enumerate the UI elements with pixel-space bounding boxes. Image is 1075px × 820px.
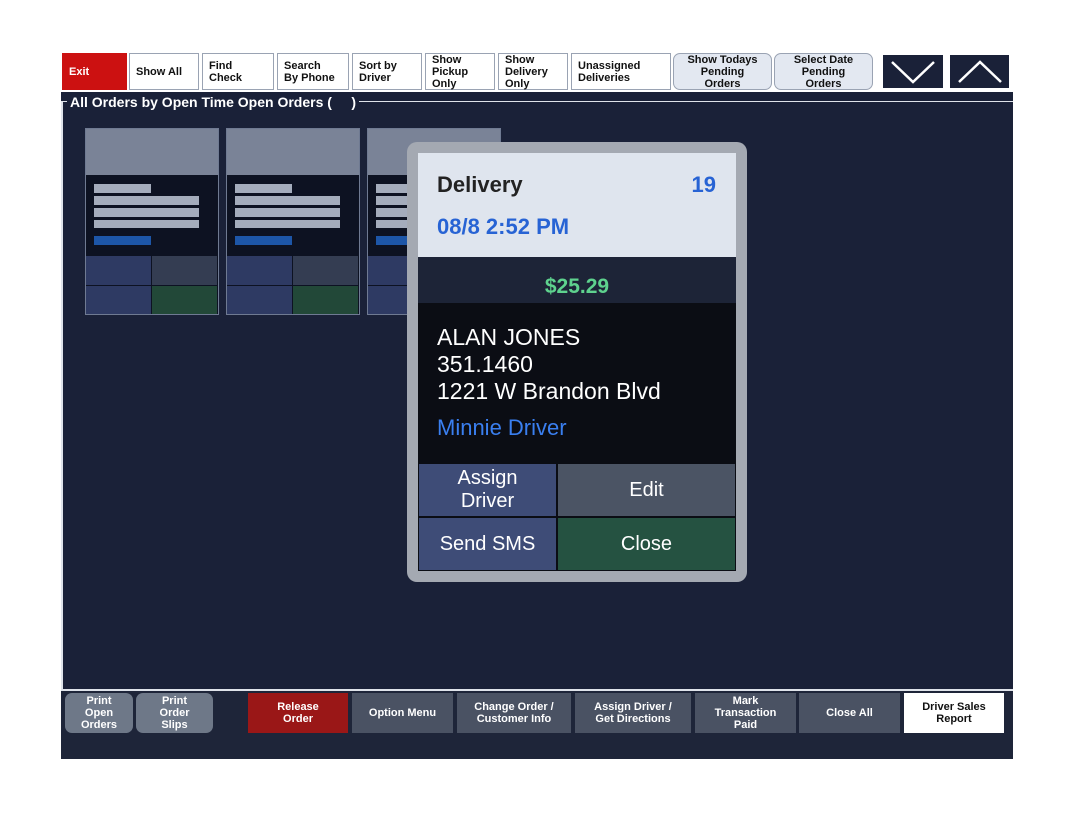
assign-driver-get-directions-button[interactable]: Assign Driver / Get Directions — [575, 693, 691, 733]
release-order-button[interactable]: Release Order — [248, 693, 348, 733]
order-tile-action[interactable] — [152, 256, 217, 285]
order-tile-line — [94, 208, 199, 217]
order-tile-header — [227, 129, 359, 175]
print-open-orders-button[interactable]: Print Open Orders — [65, 693, 133, 733]
customer-address: 1221 W Brandon Blvd — [437, 378, 661, 404]
order-tile-action[interactable] — [227, 286, 292, 314]
find-check-button[interactable]: Find Check — [202, 53, 274, 90]
show-todays-pending-orders-button[interactable]: Show Todays Pending Orders — [673, 53, 772, 90]
driver-sales-report-button[interactable]: Driver Sales Report — [904, 693, 1004, 733]
option-menu-button[interactable]: Option Menu — [352, 693, 453, 733]
close-button[interactable]: Close — [558, 518, 735, 570]
customer-phone: 351.1460 — [437, 351, 533, 377]
sort-by-driver-button[interactable]: Sort by Driver — [352, 53, 422, 90]
assign-driver-button[interactable]: Assign Driver — [419, 464, 556, 516]
section-title: All Orders by Open Time Open Orders ( ) — [67, 94, 360, 110]
scroll-up-button[interactable] — [948, 53, 1011, 90]
chevron-down-icon — [891, 60, 935, 84]
order-detail-popup: Delivery 19 08/8 2:52 PM $25.29 ALAN JON… — [407, 142, 747, 582]
order-tile-driver-line — [235, 236, 292, 245]
order-tile[interactable] — [226, 128, 360, 315]
order-detail-card: Delivery 19 08/8 2:52 PM $25.29 ALAN JON… — [418, 153, 736, 571]
customer-name: ALAN JONES — [437, 324, 581, 350]
show-delivery-only-button[interactable]: Show Delivery Only — [498, 53, 568, 90]
show-all-button[interactable]: Show All — [129, 53, 199, 90]
order-tile-line — [235, 196, 340, 205]
order-tile-action[interactable] — [86, 256, 151, 285]
assigned-driver: Minnie Driver — [437, 415, 567, 440]
order-tile-line — [94, 220, 199, 228]
order-tile-header — [86, 129, 218, 175]
section-frame-left — [61, 101, 63, 691]
pos-screen: Exit Show All Find Check Search By Phone… — [61, 51, 1013, 759]
order-tile-action[interactable] — [227, 256, 292, 285]
top-toolbar: Exit Show All Find Check Search By Phone… — [61, 51, 1013, 92]
change-order-customer-info-button[interactable]: Change Order / Customer Info — [457, 693, 571, 733]
order-tile-action[interactable] — [293, 286, 358, 314]
mark-transaction-paid-button[interactable]: Mark Transaction Paid — [695, 693, 796, 733]
customer-info: ALAN JONES 351.1460 1221 W Brandon Blvd — [437, 324, 661, 405]
order-amount-band: $25.29 — [418, 257, 736, 303]
order-tile-action[interactable] — [152, 286, 217, 314]
show-pickup-only-button[interactable]: Show Pickup Only — [425, 53, 495, 90]
order-tile-action[interactable] — [86, 286, 151, 314]
order-tile-line — [235, 220, 340, 228]
print-order-slips-button[interactable]: Print Order Slips — [136, 693, 213, 733]
order-number: 19 — [691, 172, 716, 197]
order-tile-line — [94, 184, 151, 193]
chevron-up-icon — [957, 59, 1002, 83]
order-tile-line — [94, 196, 199, 205]
exit-button[interactable]: Exit — [62, 53, 127, 90]
order-tile-line — [235, 184, 292, 193]
bottom-toolbar: Print Open Orders Print Order Slips Rele… — [61, 689, 1013, 759]
bottom-divider — [61, 689, 1013, 691]
select-date-pending-orders-button[interactable]: Select Date Pending Orders — [774, 53, 873, 90]
order-tile-action[interactable] — [293, 256, 358, 285]
order-amount: $25.29 — [544, 275, 610, 298]
order-header: Delivery 19 08/8 2:52 PM — [418, 153, 736, 257]
order-tile-line — [235, 208, 340, 217]
order-type: Delivery — [437, 172, 523, 197]
order-datetime: 08/8 2:52 PM — [437, 214, 570, 239]
close-all-button[interactable]: Close All — [799, 693, 900, 733]
scroll-down-button[interactable] — [881, 53, 945, 90]
order-tile[interactable] — [85, 128, 219, 315]
search-by-phone-button[interactable]: Search By Phone — [277, 53, 349, 90]
order-tile-driver-line — [94, 236, 151, 245]
unassigned-deliveries-button[interactable]: Unassigned Deliveries — [571, 53, 671, 90]
send-sms-button[interactable]: Send SMS — [419, 518, 556, 570]
edit-button[interactable]: Edit — [558, 464, 735, 516]
